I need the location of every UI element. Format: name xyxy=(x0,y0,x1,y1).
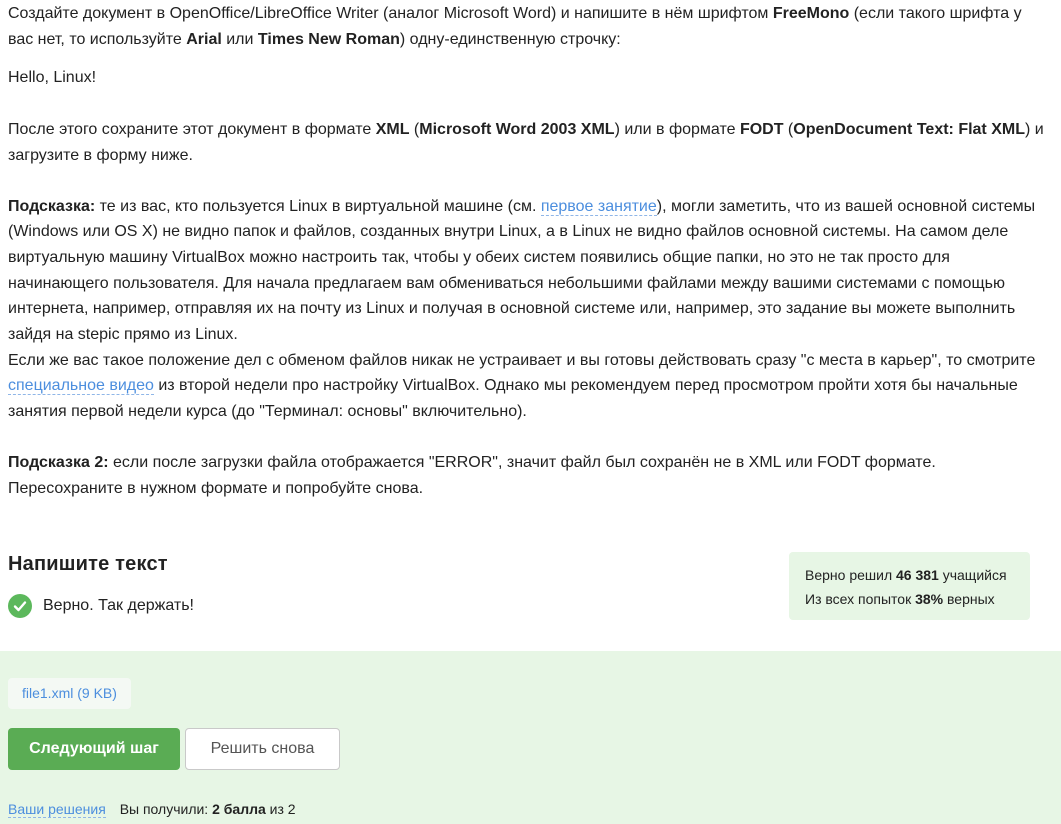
next-step-button[interactable]: Следующий шаг xyxy=(8,728,180,770)
result-text: Верно. Так держать! xyxy=(43,597,194,614)
text: из 2 xyxy=(265,801,296,817)
text: После этого сохраните этот документ в фо… xyxy=(8,121,376,139)
bold-text: Microsoft Word 2003 XML xyxy=(419,121,615,139)
stats-box: Верно решил 46 381 учащийся Из всех попы… xyxy=(789,552,1030,620)
bold-text: OpenDocument Text: Flat XML xyxy=(793,121,1025,139)
hint-label: Подсказка 2: xyxy=(8,453,109,471)
text: ( xyxy=(783,121,794,139)
text: ) одну-единственную строчку: xyxy=(399,30,621,48)
text: Верно решил xyxy=(805,567,896,583)
score-value: 2 балла xyxy=(212,801,266,817)
attempts-percent: 38% xyxy=(915,591,944,607)
text: из второй недели про настройку VirtualBo… xyxy=(8,377,1018,421)
hint-paragraph-1: Подсказка: те из вас, кто пользуется Lin… xyxy=(8,194,1048,348)
text: Из всех попыток xyxy=(805,591,916,607)
task-paragraph-2: После этого сохраните этот документ в фо… xyxy=(8,117,1048,168)
step-text: Создайте документ в OpenOffice/LibreOffi… xyxy=(8,0,1048,501)
check-circle-icon xyxy=(8,594,32,618)
text: или xyxy=(221,30,258,48)
hello-line: Hello, Linux! xyxy=(8,69,97,87)
solved-count: 46 381 xyxy=(896,567,939,583)
text: верных xyxy=(943,591,995,607)
special-video-link[interactable]: специальное видео xyxy=(8,377,154,396)
hint-paragraph-1b: Если же вас такое положение дел с обмено… xyxy=(8,348,1048,425)
text: ) или в формате xyxy=(614,121,740,139)
text: ( xyxy=(409,121,420,139)
stats-solved: Верно решил 46 381 учащийся xyxy=(805,563,1030,587)
bold-text: FreeMono xyxy=(772,5,850,22)
stats-attempts: Из всех попыток 38% верных xyxy=(805,587,1030,611)
text: Если же вас такое положение дел с обмено… xyxy=(8,351,1036,369)
text: учащийся xyxy=(938,567,1007,583)
submission-footer: Ваши решения Вы получили: 2 балла из 2 xyxy=(8,801,296,818)
checkmark-icon xyxy=(13,601,27,612)
text: Создайте документ в OpenOffice/LibreOffi… xyxy=(8,5,773,22)
text: ), могли заметить, что из вашей основной… xyxy=(8,197,1036,344)
uploaded-file-link[interactable]: file1.xml (9 KB) xyxy=(8,678,131,709)
bold-text: FODT xyxy=(739,121,784,139)
task-paragraph-1: Создайте документ в OpenOffice/LibreOffi… xyxy=(8,1,1048,52)
text: те из вас, кто пользуется Linux в виртуа… xyxy=(95,197,541,215)
bold-text: XML xyxy=(375,121,410,139)
text: если после загрузки файла отображается "… xyxy=(8,453,936,497)
bold-text: Times New Roman xyxy=(257,30,400,48)
bold-text: Arial xyxy=(186,30,222,48)
retry-button[interactable]: Решить снова xyxy=(185,728,340,770)
hint-paragraph-2: Подсказка 2: если после загрузки файла о… xyxy=(8,450,1048,501)
quiz-result: Верно. Так держать! xyxy=(8,594,194,618)
hint-label: Подсказка: xyxy=(8,197,96,215)
text: Вы получили: xyxy=(119,801,213,817)
first-lesson-link[interactable]: первое занятие xyxy=(540,197,657,216)
quiz-title: Напишите текст xyxy=(8,553,168,575)
your-solutions-link[interactable]: Ваши решения xyxy=(8,801,106,818)
